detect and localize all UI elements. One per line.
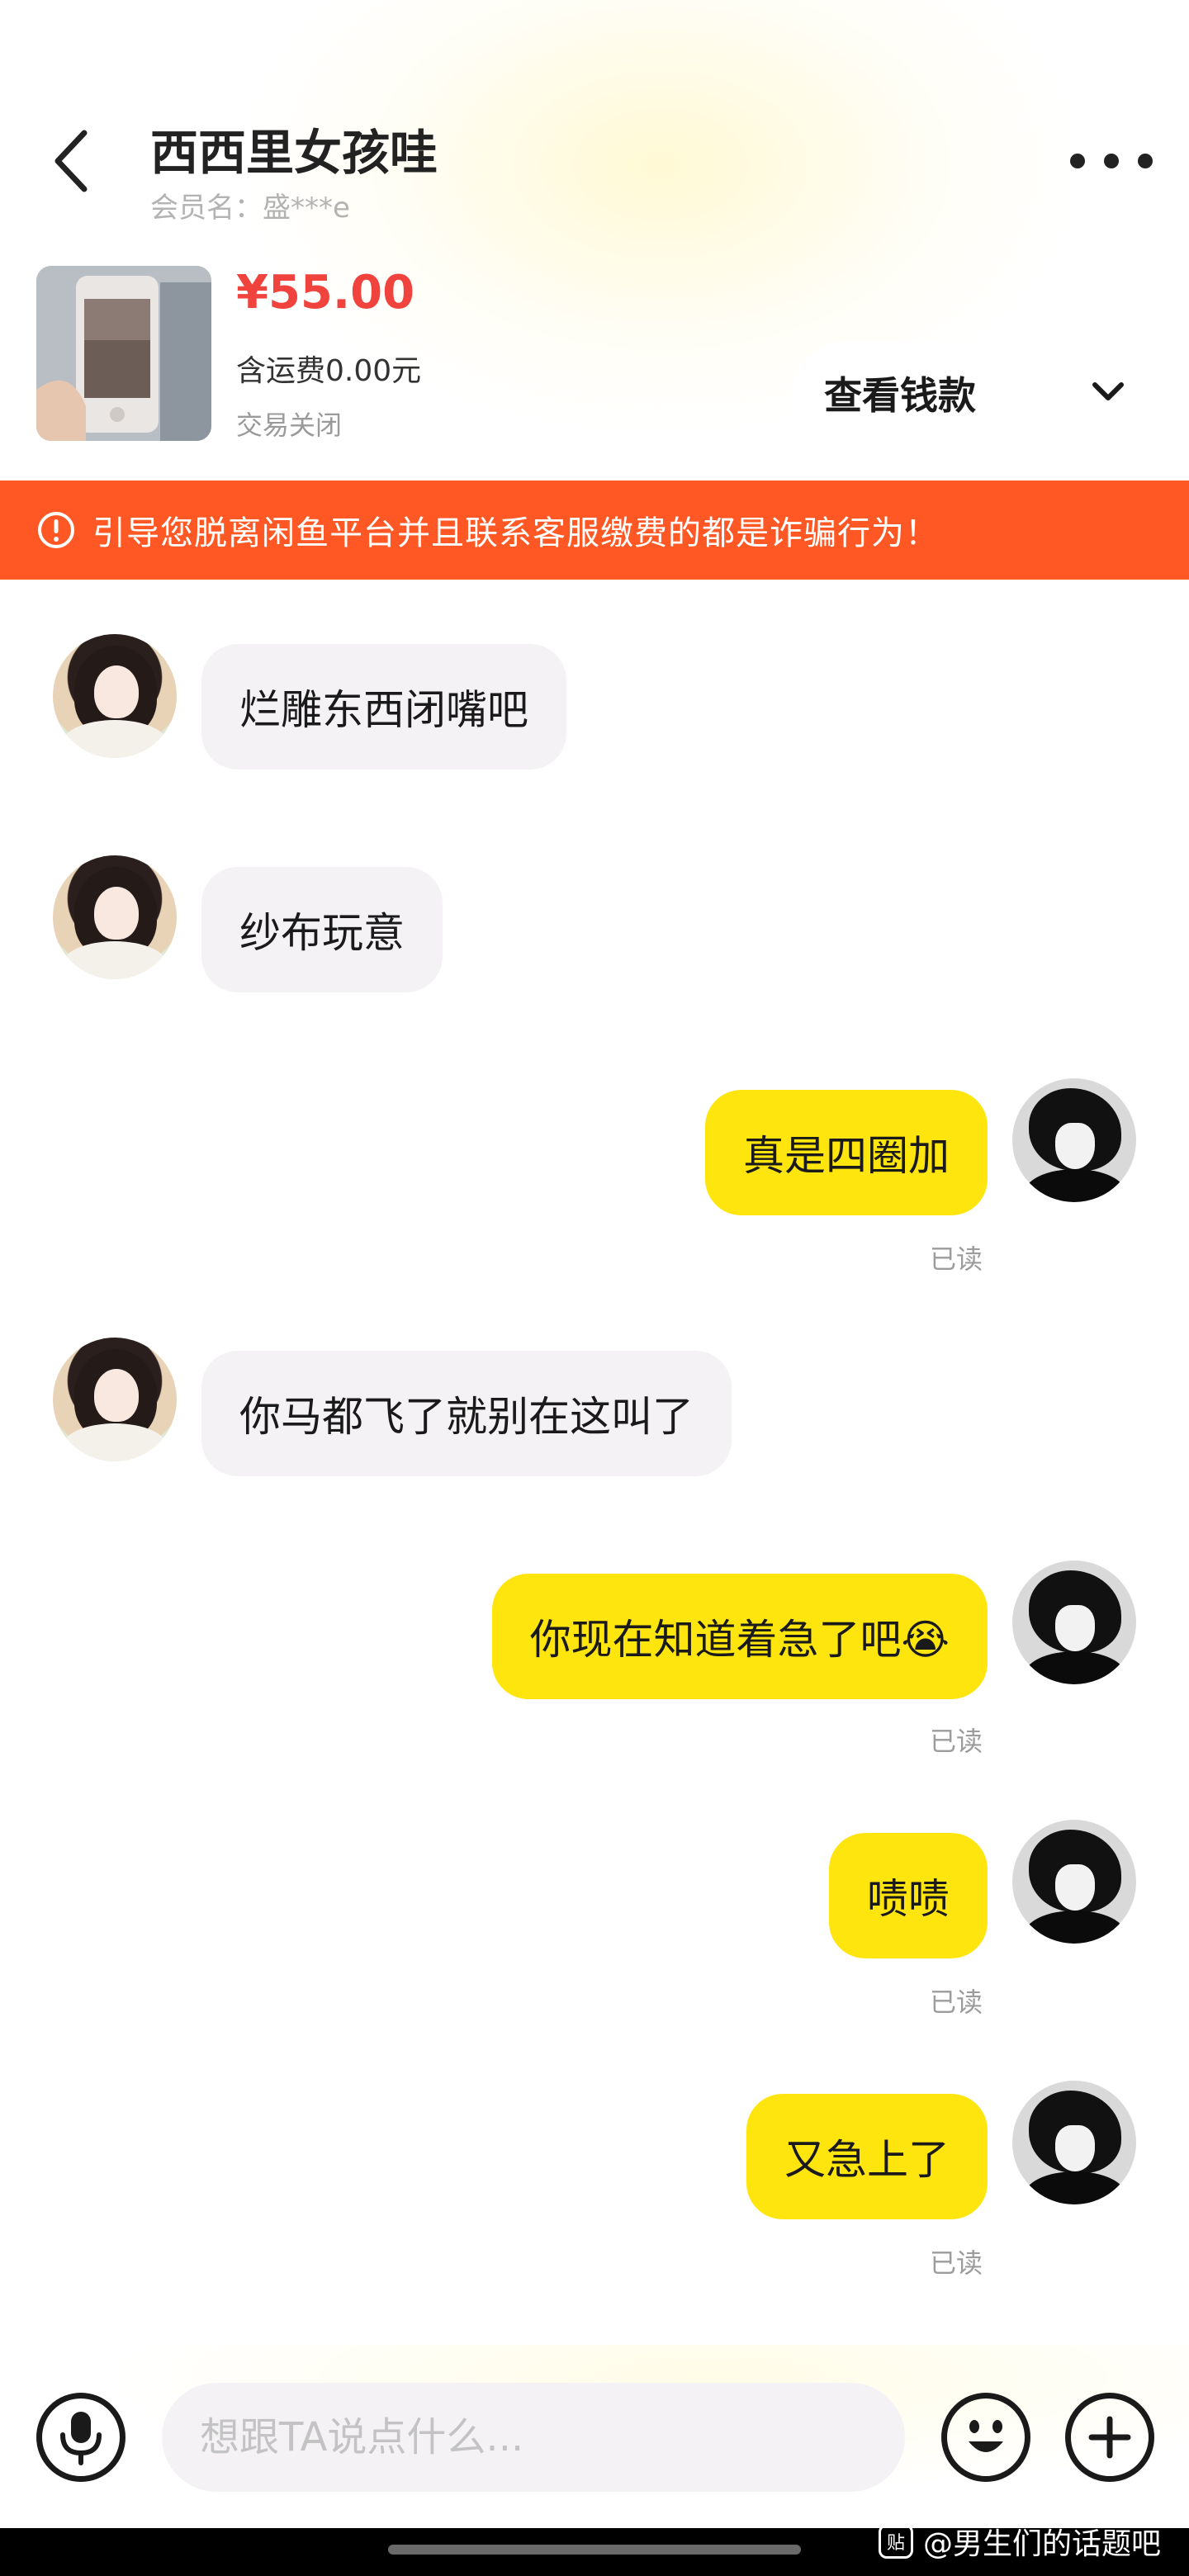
message-input[interactable] bbox=[162, 2383, 905, 2492]
avatar-body bbox=[1024, 1651, 1126, 1684]
trade-status: 交易关闭 bbox=[236, 410, 343, 441]
emoji-face-icon bbox=[969, 2420, 1003, 2452]
avatar-face bbox=[1055, 2125, 1095, 2171]
more-actions-button[interactable] bbox=[1065, 2393, 1154, 2482]
shipping-fee: 含运费0.00元 bbox=[236, 354, 422, 388]
phone-photo-image bbox=[36, 266, 211, 441]
contact-avatar[interactable] bbox=[53, 855, 177, 979]
read-receipt: 已读 bbox=[930, 2247, 983, 2279]
self-avatar[interactable] bbox=[1012, 2081, 1136, 2204]
contact-avatar[interactable] bbox=[53, 634, 177, 758]
read-receipt: 已读 bbox=[930, 1243, 983, 1275]
fraud-warning-banner: 引导您脱离闲鱼平台并且联系客服缴费的都是诈骗行为！ bbox=[0, 481, 1189, 580]
more-options-button[interactable] bbox=[1070, 140, 1153, 182]
watermark: 贴 @男生们的话题吧 bbox=[879, 2520, 1161, 2563]
more-dot bbox=[1138, 154, 1153, 168]
read-receipt: 已读 bbox=[930, 1986, 983, 2018]
avatar-face bbox=[1055, 1123, 1095, 1169]
more-dots-icon bbox=[1070, 154, 1085, 168]
member-name: 盛***e bbox=[263, 192, 350, 225]
avatar-body bbox=[1024, 1169, 1126, 1202]
self-avatar[interactable] bbox=[1012, 1078, 1136, 1202]
view-money-label: 查看钱款 bbox=[824, 373, 976, 418]
avatar-face bbox=[94, 1369, 139, 1422]
avatar-shirt bbox=[61, 720, 168, 758]
message-bubble-received[interactable]: 纱布玩意 bbox=[201, 867, 443, 992]
read-receipt: 已读 bbox=[930, 1726, 983, 1757]
member-name-row: 会员名：盛***e bbox=[150, 185, 350, 225]
self-avatar[interactable] bbox=[1012, 1560, 1136, 1684]
view-money-button[interactable]: 查看钱款 bbox=[793, 342, 1156, 444]
message-bubble-received[interactable]: 烂雕东西闭嘴吧 bbox=[201, 644, 566, 769]
alert-circle-icon bbox=[38, 512, 74, 548]
plus-icon bbox=[1088, 2416, 1131, 2459]
message-bubble-sent[interactable]: 真是四圈加 bbox=[705, 1090, 988, 1215]
avatar-body bbox=[1024, 2171, 1126, 2204]
product-price: ¥55.00 bbox=[236, 266, 415, 320]
chevron-left-icon bbox=[54, 130, 88, 192]
contact-avatar[interactable] bbox=[53, 1338, 177, 1461]
avatar-face bbox=[94, 665, 139, 718]
microphone-icon bbox=[60, 2412, 102, 2465]
avatar-face bbox=[94, 887, 139, 940]
avatar-body bbox=[1024, 1911, 1126, 1944]
message-bubble-sent[interactable]: 啧啧 bbox=[829, 1833, 988, 1958]
chat-title: 西西里女孩哇 bbox=[150, 125, 438, 181]
avatar-shirt bbox=[61, 1423, 168, 1461]
message-bubble-sent[interactable]: 又急上了 bbox=[746, 2094, 988, 2219]
product-thumbnail[interactable] bbox=[36, 266, 211, 441]
chevron-down-icon bbox=[1092, 382, 1124, 400]
fraud-warning-text: 引导您脱离闲鱼平台并且联系客服缴费的都是诈骗行为！ bbox=[92, 514, 939, 552]
more-dot bbox=[1104, 154, 1119, 168]
back-button[interactable] bbox=[46, 124, 96, 198]
self-avatar[interactable] bbox=[1012, 1820, 1136, 1944]
emoji-button[interactable] bbox=[941, 2393, 1030, 2482]
message-bubble-sent[interactable]: 你现在知道着急了吧😭 bbox=[491, 1574, 988, 1699]
voice-input-button[interactable] bbox=[36, 2393, 126, 2482]
home-indicator[interactable] bbox=[388, 2545, 801, 2555]
avatar-shirt bbox=[61, 941, 168, 979]
member-label: 会员名： bbox=[150, 192, 263, 225]
avatar-face bbox=[1055, 1605, 1095, 1651]
message-bubble-received[interactable]: 你马都飞了就别在这叫了 bbox=[201, 1351, 732, 1476]
avatar-face bbox=[1055, 1864, 1095, 1911]
tieba-logo-icon: 贴 bbox=[879, 2524, 913, 2559]
watermark-text: @男生们的话题吧 bbox=[923, 2527, 1162, 2561]
